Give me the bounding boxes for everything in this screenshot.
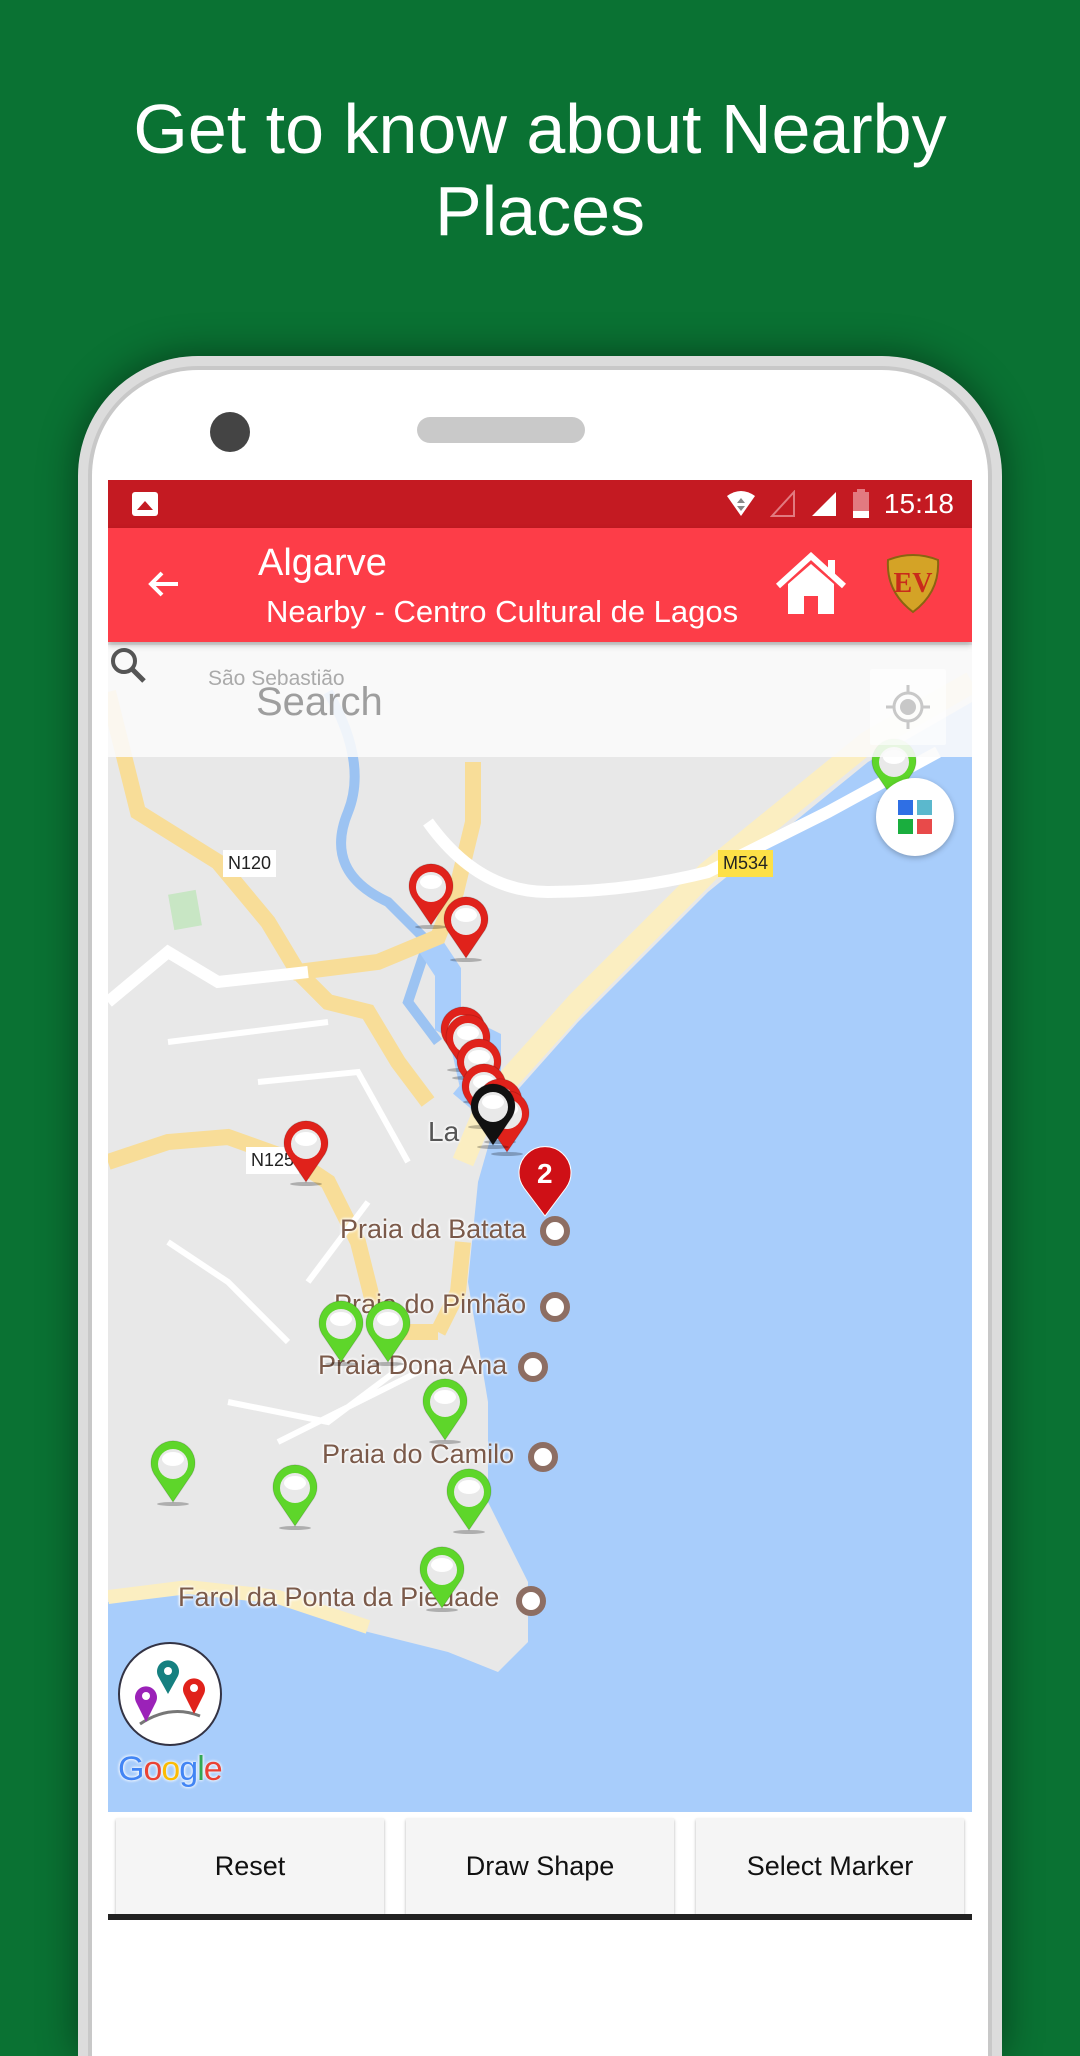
beach-poi-icon[interactable]	[528, 1442, 558, 1472]
promo-headline: Get to know about Nearby Places	[0, 88, 1080, 252]
layers-grid-icon	[898, 800, 913, 815]
cluster-marker[interactable]: 2	[518, 1146, 572, 1218]
map-pins-logo-icon	[135, 1660, 205, 1726]
home-button[interactable]	[775, 551, 847, 618]
beach-poi-icon[interactable]	[540, 1216, 570, 1246]
green-place-marker[interactable]	[271, 1464, 319, 1530]
road-label-m534: M534	[718, 850, 774, 877]
my-location-icon	[886, 685, 930, 729]
cluster-count: 2	[537, 1158, 553, 1189]
ev-shield-logo[interactable]: EV	[884, 552, 942, 614]
home-icon	[775, 551, 847, 614]
map-view[interactable]: N120 M534 N125 La Praia da Batata Praia …	[108, 642, 972, 1812]
wifi-icon	[726, 491, 755, 516]
green-place-marker[interactable]	[418, 1546, 466, 1612]
beach-poi-icon[interactable]	[518, 1352, 548, 1382]
app-logo-badge[interactable]	[118, 1642, 222, 1746]
reset-button[interactable]: Reset	[116, 1818, 384, 1914]
green-place-marker[interactable]	[364, 1300, 412, 1366]
search-input[interactable]	[254, 671, 738, 733]
signal-empty-icon	[769, 490, 795, 517]
green-place-marker[interactable]	[445, 1468, 493, 1534]
beach-poi-icon[interactable]	[540, 1292, 570, 1322]
select-marker-button[interactable]: Select Marker	[696, 1818, 964, 1914]
app-bar: Algarve Nearby - Centro Cultural de Lago…	[108, 528, 972, 642]
place-label-praia-da-batata: Praia da Batata	[340, 1214, 527, 1244]
google-attribution: Google	[118, 1750, 223, 1788]
app-subtitle: Nearby - Centro Cultural de Lagos	[266, 594, 739, 629]
back-button[interactable]	[142, 562, 186, 606]
layers-grid-tile	[917, 819, 932, 834]
headline-line-2: Places	[434, 172, 646, 250]
road-label-n120: N120	[223, 850, 277, 877]
image-notification-icon	[132, 492, 158, 516]
layers-grid-tile	[898, 819, 913, 834]
selected-place-marker[interactable]	[469, 1083, 517, 1149]
battery-low-icon	[852, 489, 869, 518]
my-location-button[interactable]	[870, 669, 946, 745]
layers-grid-tile	[917, 800, 932, 815]
signal-full-icon	[811, 492, 836, 516]
status-time: 15:18	[883, 488, 954, 519]
search-bar: São Sebastião	[108, 645, 972, 757]
headline-line-1: Get to know about Nearby	[133, 90, 947, 168]
search-icon[interactable]	[108, 645, 148, 685]
green-place-marker[interactable]	[149, 1440, 197, 1506]
svg-text:EV: EV	[894, 568, 933, 599]
bottom-toolbar: Reset Draw Shape Select Marker	[108, 1812, 972, 1920]
draw-shape-button[interactable]: Draw Shape	[406, 1818, 674, 1914]
app-title: Algarve	[258, 542, 387, 584]
green-place-marker[interactable]	[421, 1378, 469, 1444]
arrow-left-icon	[148, 571, 178, 597]
red-place-marker[interactable]	[282, 1120, 330, 1186]
nav-divider	[108, 1914, 972, 1920]
app-screen: 15:18 Algarve Nearby - Centro Cultural d…	[108, 480, 972, 1920]
lighthouse-poi-icon[interactable]	[516, 1586, 546, 1616]
phone-speaker	[417, 417, 585, 443]
status-bar: 15:18	[108, 480, 972, 528]
phone-camera	[210, 412, 250, 452]
layers-button[interactable]	[876, 778, 954, 856]
red-place-marker[interactable]	[442, 896, 490, 962]
town-label-lagos: La	[428, 1116, 460, 1147]
green-place-marker[interactable]	[317, 1300, 365, 1366]
place-label-praia-do-camilo: Praia do Camilo	[322, 1439, 515, 1469]
